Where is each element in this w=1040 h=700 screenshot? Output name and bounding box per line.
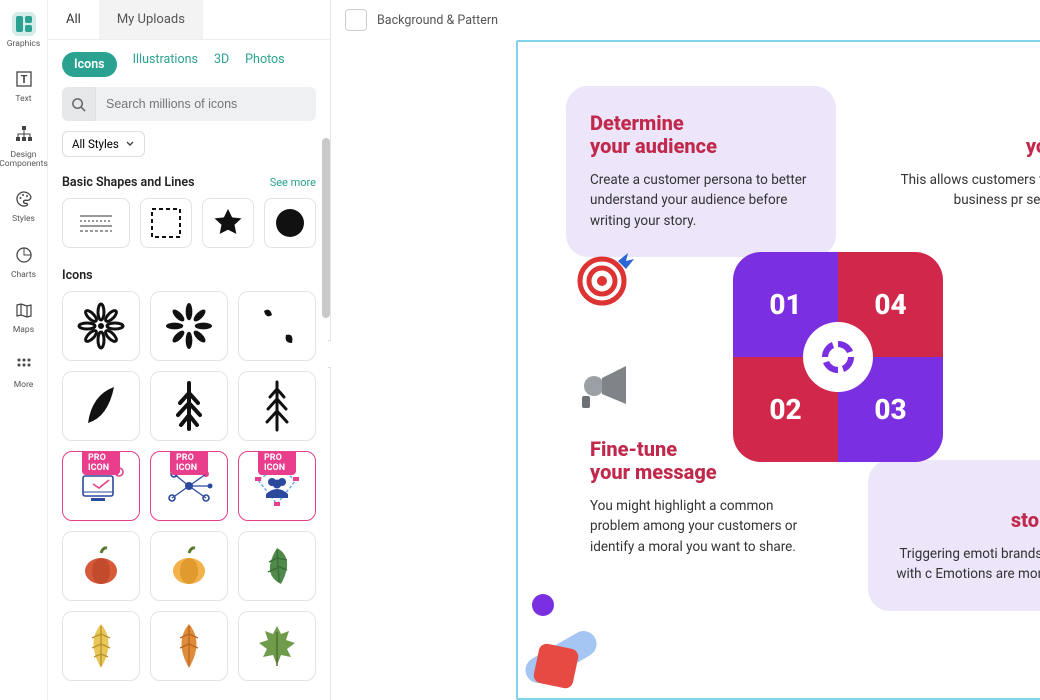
layout-icon (12, 12, 36, 36)
search-box (62, 87, 316, 121)
see-more-shapes[interactable]: See more (270, 176, 316, 189)
card-title: Everstory has (892, 486, 1040, 532)
icon-team-diagram[interactable]: PRO ICON (238, 451, 316, 521)
icons-grid: PRO ICON PRO ICON PRO ICON (48, 291, 330, 695)
nav-label: Styles (12, 215, 35, 224)
cat-3d[interactable]: 3D (214, 52, 229, 77)
nav-components[interactable]: Design Components (2, 123, 46, 170)
card-every-story[interactable]: Everstory has Triggering emoti brands co… (868, 460, 1040, 611)
card-body: This allows customers to visu your busin… (878, 170, 1040, 211)
graphics-panel: All My Uploads Icons Illustrations 3D Ph… (48, 0, 331, 700)
nav-styles[interactable]: Styles (2, 187, 46, 224)
nav-charts[interactable]: Charts (2, 243, 46, 280)
pro-badge: PRO ICON (82, 451, 120, 475)
style-dropdown-label: All Styles (72, 137, 119, 151)
cycle-icon (803, 322, 873, 392)
icon-leaf-green[interactable] (238, 531, 316, 601)
nav-label: Graphics (7, 40, 41, 49)
nav-label: Charts (11, 271, 36, 280)
palette-icon (12, 187, 36, 211)
icon-network-nodes[interactable]: PRO ICON (150, 451, 228, 521)
panel-scrollbar[interactable] (322, 48, 330, 700)
megaphone-icon (572, 356, 636, 416)
icon-leaf-yellow[interactable] (62, 611, 140, 681)
shape-lines[interactable] (62, 198, 130, 248)
pro-badge: PRO ICON (170, 451, 208, 475)
cat-icons[interactable]: Icons (62, 52, 117, 77)
icon-flower-1[interactable] (62, 291, 140, 361)
tab-all[interactable]: All (48, 0, 99, 39)
icon-pumpkin-orange[interactable] (150, 531, 228, 601)
cat-illustrations[interactable]: Illustrations (133, 52, 198, 77)
main-column: All My Uploads Icons Illustrations 3D Ph… (48, 0, 1040, 700)
more-icon (12, 353, 36, 377)
icon-flower-2[interactable] (150, 291, 228, 361)
text-icon: T (12, 67, 36, 91)
decor-cube (532, 642, 579, 689)
icon-leaf-feather[interactable] (62, 371, 140, 441)
chevron-down-icon (125, 139, 135, 149)
nav-maps[interactable]: Maps (2, 298, 46, 335)
canvas-area[interactable]: Background & Pattern Determineyour audie… (331, 0, 1040, 700)
shape-circle[interactable] (264, 198, 316, 248)
card-title: Determineyour audience (590, 112, 812, 158)
card-title: Draftyour own (878, 112, 1040, 158)
pro-badge: PRO ICON (258, 451, 296, 475)
card-body: Create a customer persona to better unde… (590, 170, 812, 231)
nav-more[interactable]: More (2, 353, 46, 390)
icon-leaf-orange[interactable] (150, 611, 228, 681)
nav-text[interactable]: T Text (2, 67, 46, 104)
chart-icon (12, 243, 36, 267)
card-body: You might highlight a common problem amo… (590, 496, 812, 557)
nav-label: More (14, 381, 34, 390)
nav-label: Text (15, 95, 31, 104)
nav-rail: Graphics T Text Design Components Styles… (0, 0, 48, 700)
decor-ball (532, 594, 554, 616)
section-shapes-title: Basic Shapes and Lines (62, 175, 195, 190)
nav-graphics[interactable]: Graphics (2, 12, 46, 49)
search-input[interactable] (96, 97, 316, 111)
icon-pumpkin-red[interactable] (62, 531, 140, 601)
artboard[interactable]: Determineyour audience Create a customer… (516, 40, 1040, 700)
search-icon[interactable] (62, 87, 96, 121)
cat-photos[interactable]: Photos (245, 52, 284, 77)
icon-workflow-monitor[interactable]: PRO ICON (62, 451, 140, 521)
icon-leaf-maple[interactable] (238, 611, 316, 681)
map-icon (12, 298, 36, 322)
svg-text:T: T (20, 73, 27, 86)
target-icon (574, 247, 638, 311)
card-determine-audience[interactable]: Determineyour audience Create a customer… (566, 86, 836, 257)
tab-my-uploads[interactable]: My Uploads (99, 0, 203, 39)
icon-leaves-small[interactable] (238, 291, 316, 361)
card-body: Triggering emoti brands connect with c E… (892, 544, 1040, 585)
nav-label: Maps (13, 326, 34, 335)
background-swatch[interactable] (345, 9, 367, 31)
upload-tabs: All My Uploads (48, 0, 330, 40)
section-icons-title: Icons (62, 268, 93, 283)
card-draft-own[interactable]: Draftyour own This allows customers to v… (878, 86, 1040, 237)
style-dropdown[interactable]: All Styles (62, 131, 145, 157)
shape-selection[interactable] (140, 198, 192, 248)
category-tabs: Icons Illustrations 3D Photos (48, 40, 330, 87)
number-widget[interactable]: 01 04 02 03 (733, 252, 943, 462)
icon-tree-1[interactable] (150, 371, 228, 441)
shapes-row (48, 198, 330, 262)
nav-label: Design Components (0, 151, 48, 170)
components-icon (12, 123, 36, 147)
icon-tree-2[interactable] (238, 371, 316, 441)
shape-star[interactable] (202, 198, 254, 248)
background-pattern-label[interactable]: Background & Pattern (377, 13, 498, 28)
